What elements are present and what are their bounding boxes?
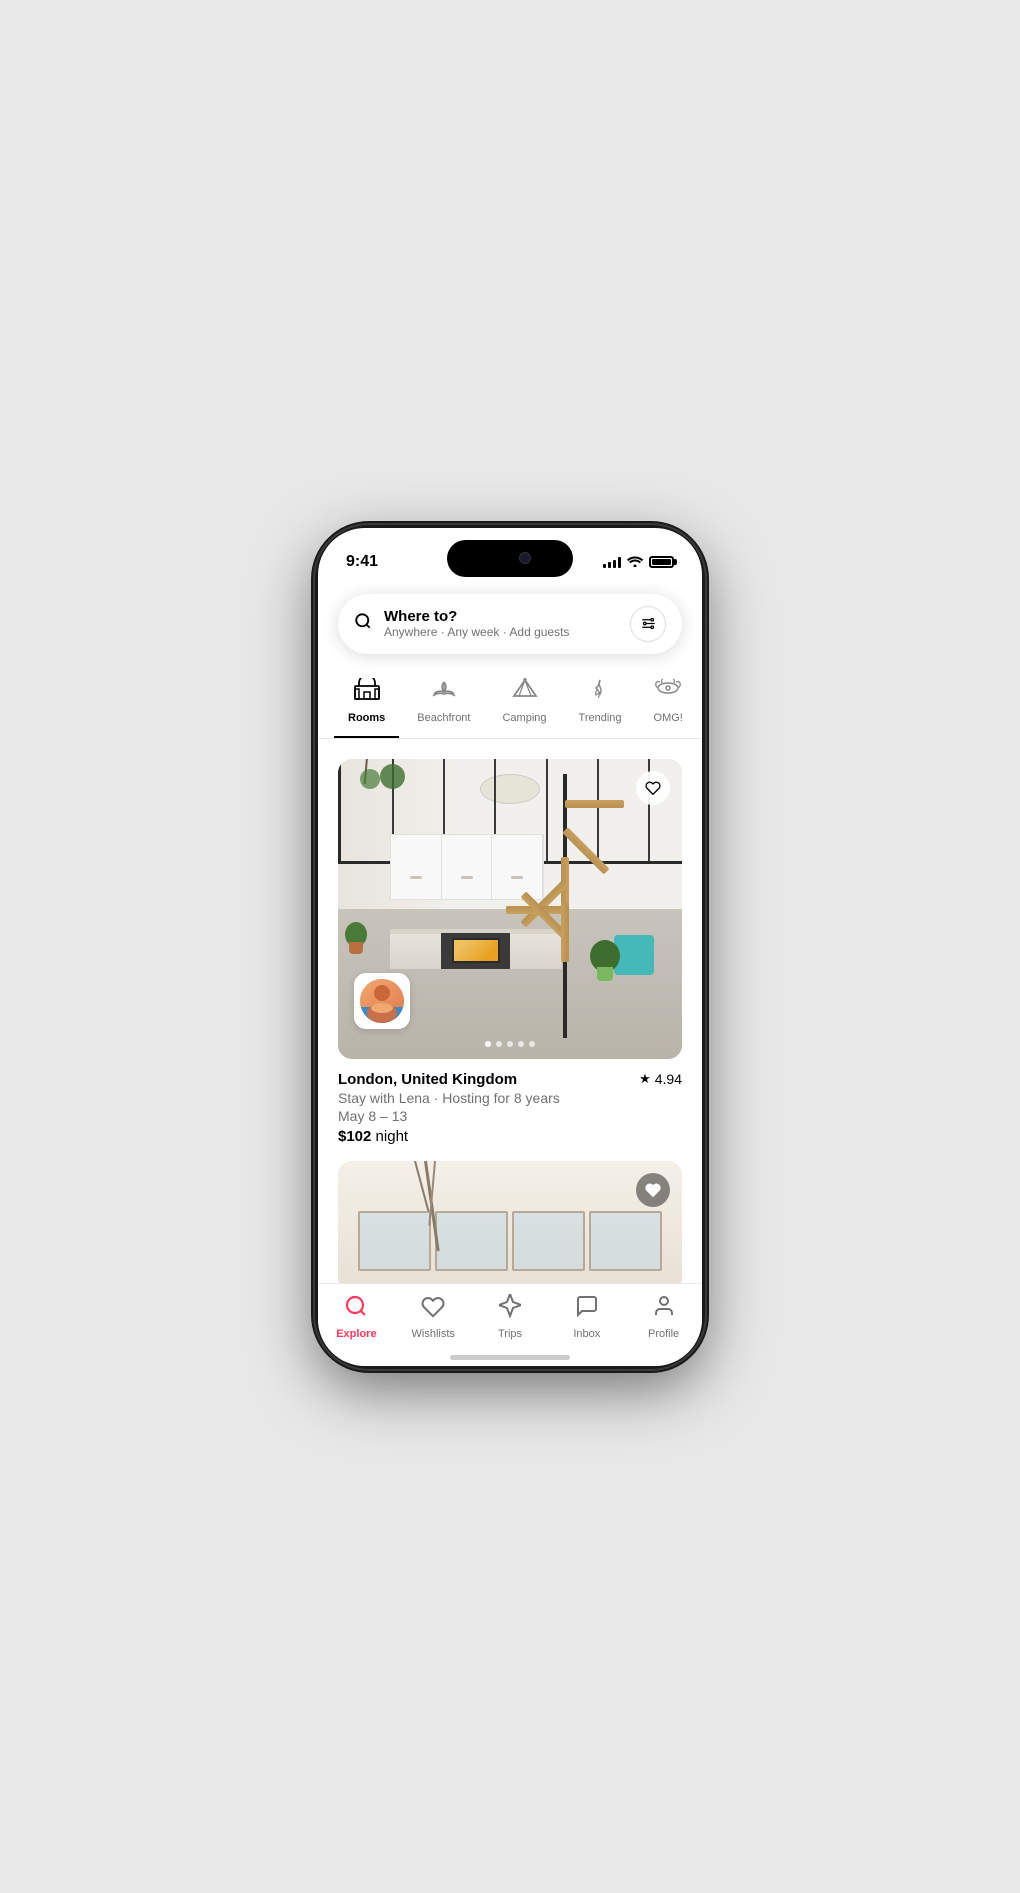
trips-label: Trips — [498, 1328, 522, 1340]
listing-header-row: London, United Kingdom ★ 4.94 — [338, 1071, 682, 1088]
dot-5 — [529, 1041, 535, 1047]
profile-icon — [652, 1294, 676, 1324]
tab-rooms-label: Rooms — [348, 712, 385, 724]
hanging-plant — [355, 759, 415, 809]
second-room-scene — [338, 1161, 682, 1283]
tab-omg-label: OMG! — [654, 712, 683, 724]
listing-card-2[interactable] — [318, 1161, 702, 1283]
main-content: Where to? Anywhere · Any week · Add gues… — [318, 582, 702, 1283]
image-dots — [485, 1041, 535, 1047]
status-time: 9:41 — [346, 553, 378, 571]
dot-1 — [485, 1041, 491, 1047]
host-photo — [360, 979, 404, 1023]
nav-trips[interactable]: Trips — [472, 1294, 549, 1340]
battery-icon — [649, 556, 674, 568]
signal-icon — [603, 556, 621, 568]
wishlists-label: Wishlists — [412, 1328, 455, 1340]
tab-beachfront-label: Beachfront — [417, 712, 470, 724]
category-tabs: Rooms Beachfront — [318, 670, 702, 739]
dot-4 — [518, 1041, 524, 1047]
window-row — [358, 1211, 662, 1271]
host-avatar — [354, 973, 410, 1029]
spiral-staircase — [500, 774, 631, 1038]
tab-trending-label: Trending — [579, 712, 622, 724]
search-icon — [354, 612, 372, 635]
tab-omg[interactable]: OMG! — [640, 670, 697, 738]
plant-right — [590, 940, 620, 981]
dot-3 — [507, 1041, 513, 1047]
phone-frame: 9:41 — [315, 525, 705, 1369]
nav-wishlists[interactable]: Wishlists — [395, 1294, 472, 1340]
rooms-icon — [354, 678, 380, 706]
inbox-icon — [575, 1294, 599, 1324]
explore-label: Explore — [336, 1328, 376, 1340]
tab-camping-label: Camping — [502, 712, 546, 724]
phone-screen: 9:41 — [318, 528, 702, 1366]
tab-beachfront[interactable]: Beachfront — [403, 670, 484, 738]
filter-button[interactable] — [630, 606, 666, 642]
listing-rating: ★ 4.94 — [639, 1071, 682, 1087]
camping-icon — [512, 678, 538, 706]
listing-dates: May 8 – 13 — [338, 1108, 682, 1124]
plant-left — [345, 922, 367, 954]
trips-icon — [499, 1294, 521, 1324]
wishlist-button-2[interactable] — [636, 1173, 670, 1207]
dot-2 — [496, 1041, 502, 1047]
listing-host: Stay with Lena · Hosting for 8 years — [338, 1090, 682, 1106]
nav-inbox[interactable]: Inbox — [548, 1294, 625, 1340]
listing-location: London, United Kingdom — [338, 1071, 517, 1088]
tab-rooms[interactable]: Rooms — [334, 670, 399, 738]
listing-image-1 — [338, 759, 682, 1059]
explore-icon — [344, 1294, 368, 1324]
listing-info-1: London, United Kingdom ★ 4.94 Stay with … — [338, 1059, 682, 1145]
dynamic-island — [447, 540, 573, 577]
search-section: Where to? Anywhere · Any week · Add gues… — [318, 582, 702, 670]
camera-dot — [519, 552, 531, 564]
omg-icon — [655, 678, 681, 706]
tab-trending[interactable]: Trending — [565, 670, 636, 738]
wishlists-icon — [421, 1294, 445, 1324]
wishlist-button-1[interactable] — [636, 771, 670, 805]
search-title: Where to? — [384, 608, 618, 625]
price-unit: night — [376, 1128, 409, 1145]
bottom-nav: Explore Wishlists Trips — [318, 1283, 702, 1366]
wifi-icon — [627, 554, 643, 570]
teal-cube — [614, 935, 654, 975]
home-indicator — [450, 1355, 570, 1360]
star-icon: ★ — [639, 1071, 651, 1087]
search-bar[interactable]: Where to? Anywhere · Any week · Add gues… — [338, 594, 682, 654]
rating-value: 4.94 — [655, 1071, 682, 1087]
listing-image-2 — [338, 1161, 682, 1283]
profile-label: Profile — [648, 1328, 679, 1340]
trending-icon — [587, 678, 613, 706]
inbox-label: Inbox — [573, 1328, 600, 1340]
search-subtitle: Anywhere · Any week · Add guests — [384, 625, 618, 639]
nav-profile[interactable]: Profile — [625, 1294, 702, 1340]
tab-camping[interactable]: Camping — [488, 670, 560, 738]
listing-card-1[interactable]: London, United Kingdom ★ 4.94 Stay with … — [318, 739, 702, 1161]
listing-price: $102 night — [338, 1128, 682, 1145]
search-text: Where to? Anywhere · Any week · Add gues… — [384, 608, 618, 639]
nav-explore[interactable]: Explore — [318, 1294, 395, 1340]
beachfront-icon — [431, 678, 457, 706]
price-amount: $102 — [338, 1128, 371, 1145]
oven-window — [452, 938, 500, 963]
status-icons — [603, 554, 674, 570]
